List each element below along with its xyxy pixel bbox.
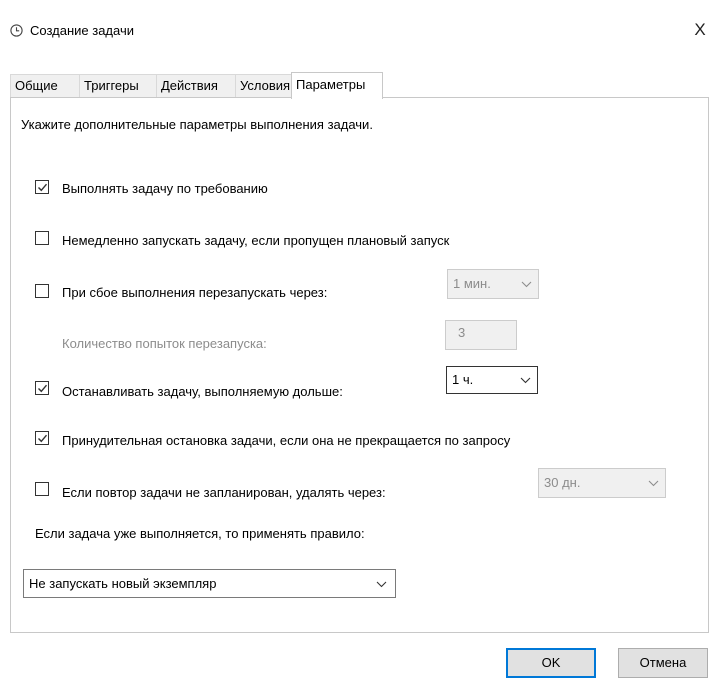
tab-settings[interactable]: Параметры [291, 72, 383, 99]
checkmark-icon [38, 183, 48, 192]
run-missed-label: Немедленно запускать задачу, если пропущ… [62, 233, 450, 248]
restart-on-fail-checkbox[interactable] [35, 284, 49, 298]
title-bar: Создание задачи X [0, 0, 713, 40]
close-button[interactable]: X [688, 18, 712, 42]
rule-select-value: Не запускать новый экземпляр [29, 576, 217, 591]
run-missed-checkbox[interactable] [35, 231, 49, 245]
chevron-down-icon [376, 581, 387, 588]
tab-general[interactable]: Общие [10, 74, 80, 97]
run-on-demand-checkbox[interactable] [35, 180, 49, 194]
delete-after-select[interactable]: 30 дн. [538, 468, 666, 498]
tab-label: Триггеры [84, 78, 139, 93]
clock-icon [10, 24, 23, 37]
cancel-button[interactable]: Отмена [618, 648, 708, 678]
checkmark-icon [38, 384, 48, 393]
ok-button-label: OK [541, 655, 561, 670]
restart-attempts-label: Количество попыток перезапуска: [62, 336, 267, 351]
ok-button[interactable]: OK [506, 648, 596, 678]
delete-if-not-scheduled-checkbox[interactable] [35, 482, 49, 496]
chevron-down-icon [521, 281, 532, 288]
tab-label: Общие [15, 78, 58, 93]
tab-triggers[interactable]: Триггеры [79, 74, 157, 97]
chevron-down-icon [520, 377, 531, 384]
delete-after-value: 30 дн. [544, 475, 581, 490]
cancel-button-label: Отмена [639, 655, 687, 670]
stop-if-longer-checkbox[interactable] [35, 381, 49, 395]
run-on-demand-label: Выполнять задачу по требованию [62, 181, 268, 196]
rule-select[interactable]: Не запускать новый экземпляр [23, 569, 396, 598]
chevron-down-icon [648, 480, 659, 487]
stop-if-longer-label: Останавливать задачу, выполняемую дольше… [62, 384, 343, 399]
settings-panel [10, 97, 709, 633]
dialog-footer [0, 633, 713, 683]
restart-interval-value: 1 мин. [453, 276, 491, 291]
checkmark-icon [38, 434, 48, 443]
stop-after-value: 1 ч. [452, 372, 474, 387]
delete-if-not-scheduled-label: Если повтор задачи не запланирован, удал… [62, 485, 386, 500]
tab-label: Условия [240, 78, 291, 93]
force-stop-label: Принудительная остановка задачи, если он… [62, 433, 511, 448]
restart-interval-select[interactable]: 1 мин. [447, 269, 539, 299]
panel-description: Укажите дополнительные параметры выполне… [21, 117, 373, 132]
restart-on-fail-label: При сбое выполнения перезапускать через: [62, 285, 328, 300]
restart-attempts-input[interactable]: 3 [445, 320, 517, 350]
close-icon: X [694, 20, 706, 39]
tab-actions[interactable]: Действия [156, 74, 236, 97]
force-stop-checkbox[interactable] [35, 431, 49, 445]
stop-after-select[interactable]: 1 ч. [446, 366, 538, 394]
window-title: Создание задачи [30, 23, 134, 38]
restart-attempts-value: 3 [458, 325, 466, 340]
rule-label: Если задача уже выполняется, то применят… [35, 526, 365, 541]
tab-label: Действия [161, 78, 218, 93]
tab-label: Параметры [296, 77, 366, 92]
